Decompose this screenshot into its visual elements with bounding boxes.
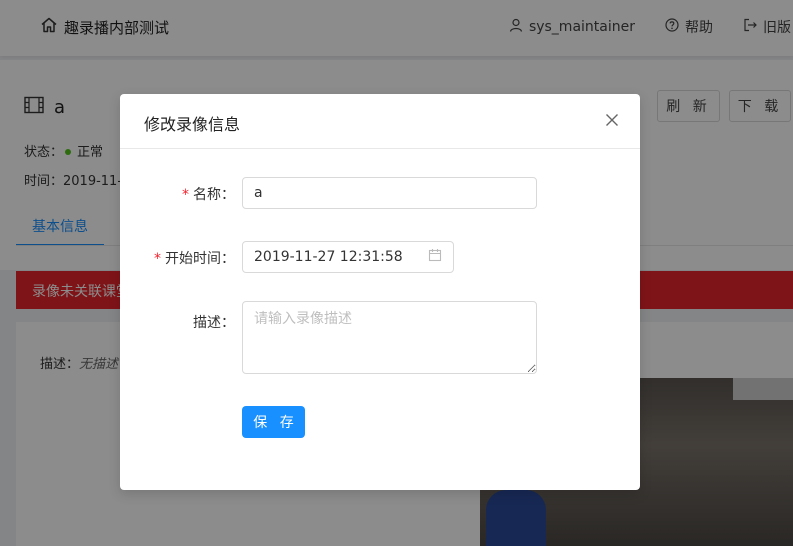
close-button[interactable] [600, 110, 624, 134]
required-marker: * [154, 251, 161, 267]
modal-title: 修改录像信息 [144, 115, 241, 134]
start-time-label: * 开始时间： [154, 251, 235, 267]
description-field-label: 描述： [193, 315, 235, 331]
name-input[interactable] [242, 177, 537, 209]
edit-recording-modal: 修改录像信息 *名称： *开始时间： 2019-11-27 12:31:58 描… [120, 94, 640, 490]
name-label: * 名称： [182, 187, 235, 203]
modal-header: 修改录像信息 [120, 94, 640, 149]
start-time-picker[interactable]: 2019-11-27 12:31:58 [242, 241, 454, 273]
required-marker: * [182, 187, 189, 203]
calendar-icon[interactable] [428, 248, 442, 266]
save-button[interactable]: 保 存 [242, 406, 305, 438]
start-time-value: 2019-11-27 12:31:58 [254, 249, 403, 265]
description-textarea[interactable] [242, 301, 537, 374]
close-icon [605, 113, 619, 131]
